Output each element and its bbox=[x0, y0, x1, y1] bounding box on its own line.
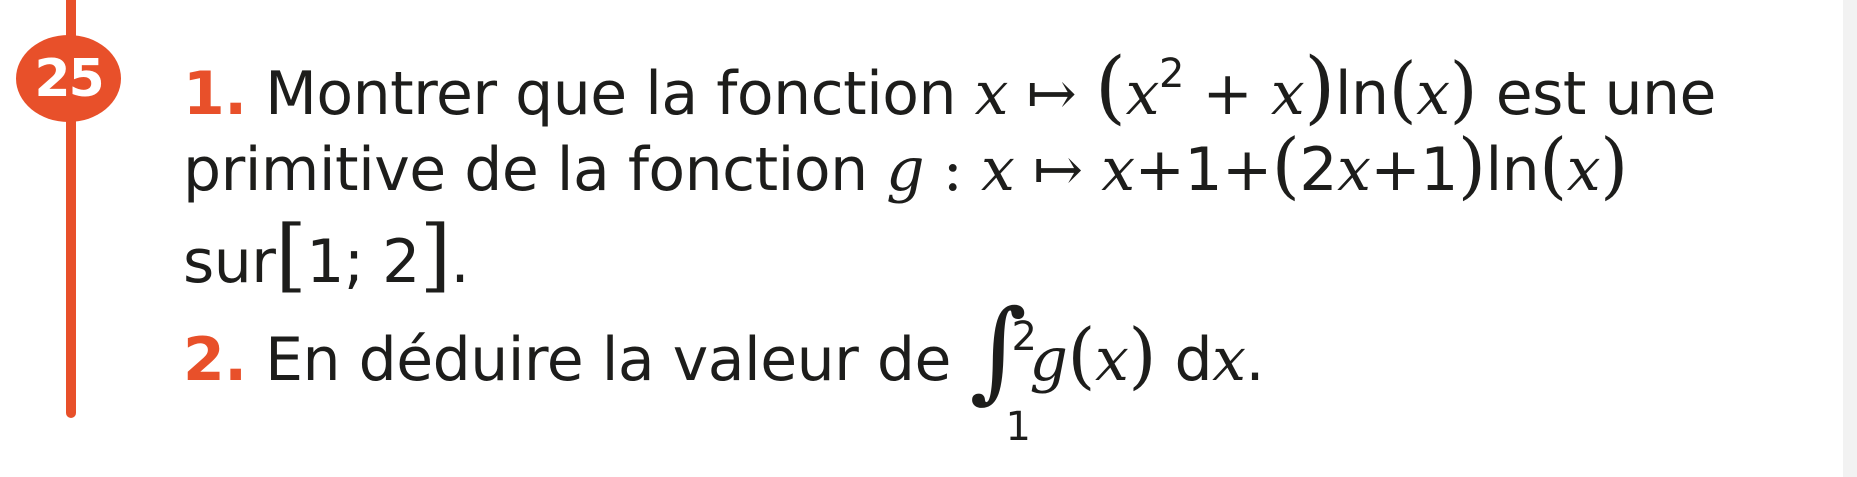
question-1-line-2-text: primitive de la fonction bbox=[183, 135, 887, 205]
question-2-line: 2. En déduire la valeur de ∫ 2 1 g(x) dx. bbox=[183, 295, 1265, 450]
question-2-text-a: En déduire la valeur de bbox=[246, 325, 970, 395]
math-function-g: g : x ↦ x+1+(2x+1)ln(x) bbox=[886, 123, 1628, 207]
math-integral: ∫ 2 1 bbox=[969, 295, 1036, 450]
question-1-line-2: primitive de la fonction g : x ↦ x+1+(2x… bbox=[183, 123, 1628, 210]
page-edge bbox=[1843, 0, 1857, 477]
question-1-text-a: Montrer que la fonction bbox=[246, 59, 975, 129]
question-1-line-1: 1. Montrer que la fonction x ↦ (x2 + x)l… bbox=[183, 40, 1716, 134]
question-2-label: 2. bbox=[183, 325, 247, 395]
question-1-label: 1. bbox=[183, 59, 247, 129]
integral-upper-bound: 2 bbox=[1011, 314, 1037, 361]
question-1-line-3-text: sur bbox=[183, 227, 276, 297]
question-1-line-3: sur[1; 2]. bbox=[183, 208, 470, 302]
math-interval: [1; 2]. bbox=[275, 208, 470, 301]
question-1-text-b: est une bbox=[1477, 59, 1717, 129]
math-integrand: g(x) dx. bbox=[1029, 313, 1265, 397]
integral-lower-bound: 1 bbox=[1005, 404, 1031, 451]
exercise-number-badge: 25 bbox=[16, 35, 121, 122]
math-function-f: x ↦ (x2 + x)ln(x) bbox=[974, 40, 1478, 133]
